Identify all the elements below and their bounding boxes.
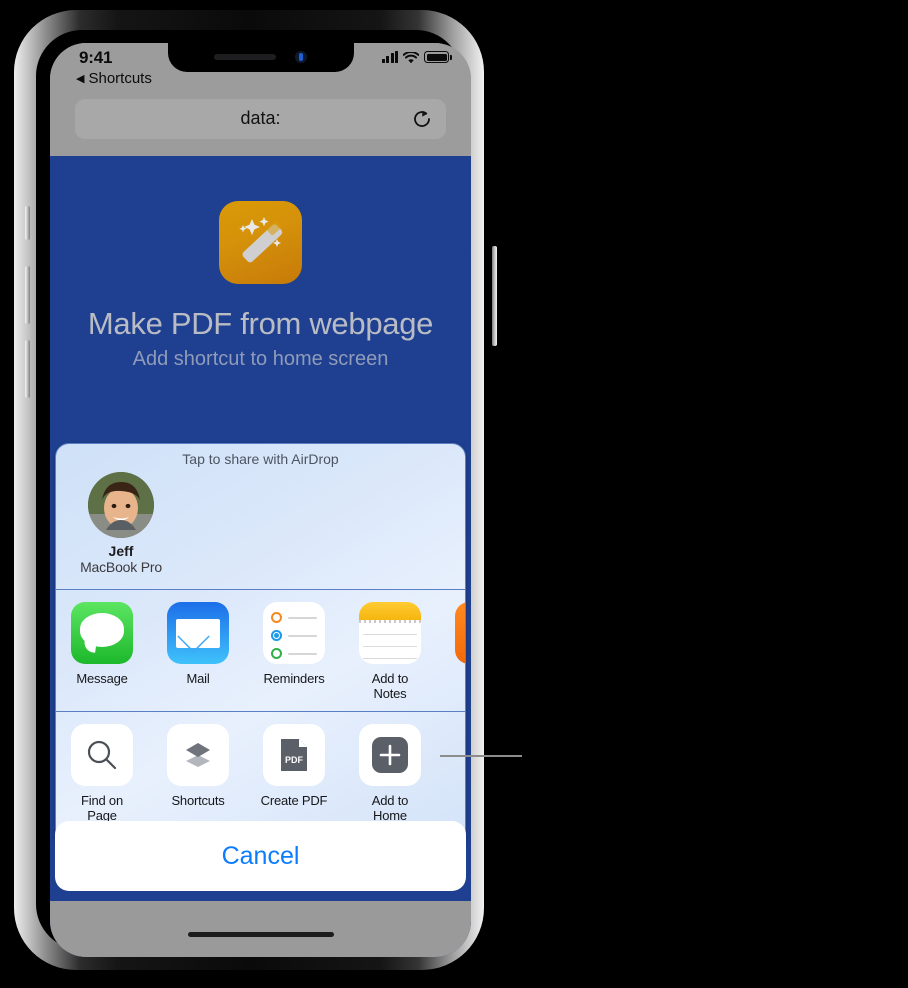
share-target-label: Add to Notes [371,671,409,701]
messages-app-icon [71,602,133,664]
airdrop-title: Tap to share with AirDrop [182,451,339,467]
share-target-label: S [450,671,465,686]
reload-icon[interactable] [412,109,432,129]
power-side-button[interactable] [492,246,497,346]
action-label: Find on Page [81,793,123,823]
back-to-shortcuts-link[interactable]: ◀ Shortcuts [76,70,152,87]
page-title: Make PDF from webpage [87,306,434,341]
action-label: Shortcuts [171,793,225,808]
airdrop-section: Tap to share with AirDrop Jeff MacBook P… [56,444,465,589]
earpiece-speaker-icon [213,54,276,60]
callout-leader-line [440,755,522,757]
address-bar-url: data: [240,108,281,128]
airdrop-contact-jeff[interactable]: Jeff MacBook Pro [73,472,169,575]
share-target-label: Message [76,671,128,686]
back-caret-icon: ◀ [76,73,85,85]
orange-app-icon [455,602,465,664]
home-indicator-area [50,901,471,957]
status-bar-time: 9:41 [79,48,113,67]
action-label: Create PDF [260,793,328,808]
back-link-label: Shortcuts [88,70,152,87]
battery-full-icon [424,51,449,63]
share-target-reminders[interactable]: Reminders [258,602,330,701]
share-target-partial[interactable]: S [450,602,465,701]
share-target-label: Reminders [263,671,325,686]
share-sheet: Tap to share with AirDrop Jeff MacBook P… [55,443,466,849]
home-indicator[interactable] [187,932,334,937]
front-camera-icon [294,51,307,63]
share-target-label: Mail [186,671,210,686]
plus-square-icon [359,724,421,786]
share-target-add-to-notes[interactable]: Add to Notes [354,602,426,701]
cancel-button[interactable]: Cancel [55,821,466,891]
reminders-app-icon [263,602,325,664]
device-notch [167,43,354,72]
address-bar[interactable]: data: [75,99,446,139]
hero-section: Make PDF from webpage Add shortcut to ho… [50,156,471,371]
cellular-signal-icon [381,51,398,63]
contact-name: Jeff [108,543,134,559]
shortcuts-icon [167,724,229,786]
pdf-document-icon: PDF [263,724,325,786]
silent-switch-button[interactable] [25,206,30,240]
share-target-message[interactable]: Message [66,602,138,701]
volume-up-button[interactable] [25,266,30,324]
device-screen: 9:41 ◀ Shortcuts data: Make PDF from web… [50,43,471,957]
contact-device: MacBook Pro [80,559,162,575]
magic-wand-icon [219,201,302,284]
share-apps-row: Message Mail Reminders Add to Notes [56,590,465,711]
status-bar-indicators [381,51,449,64]
svg-text:PDF: PDF [285,755,304,765]
page-subtitle: Add shortcut to home screen [132,348,389,370]
magnifier-icon [71,724,133,786]
webpage-content: Make PDF from webpage Add shortcut to ho… [50,156,471,957]
mail-app-icon [167,602,229,664]
share-target-mail[interactable]: Mail [162,602,234,701]
contact-photo-avatar [88,472,154,538]
wifi-icon [402,51,420,64]
volume-down-button[interactable] [25,340,30,398]
cancel-button-label: Cancel [221,841,300,870]
notes-app-icon [359,602,421,664]
iphone-device-frame: 9:41 ◀ Shortcuts data: Make PDF from web… [14,10,497,970]
